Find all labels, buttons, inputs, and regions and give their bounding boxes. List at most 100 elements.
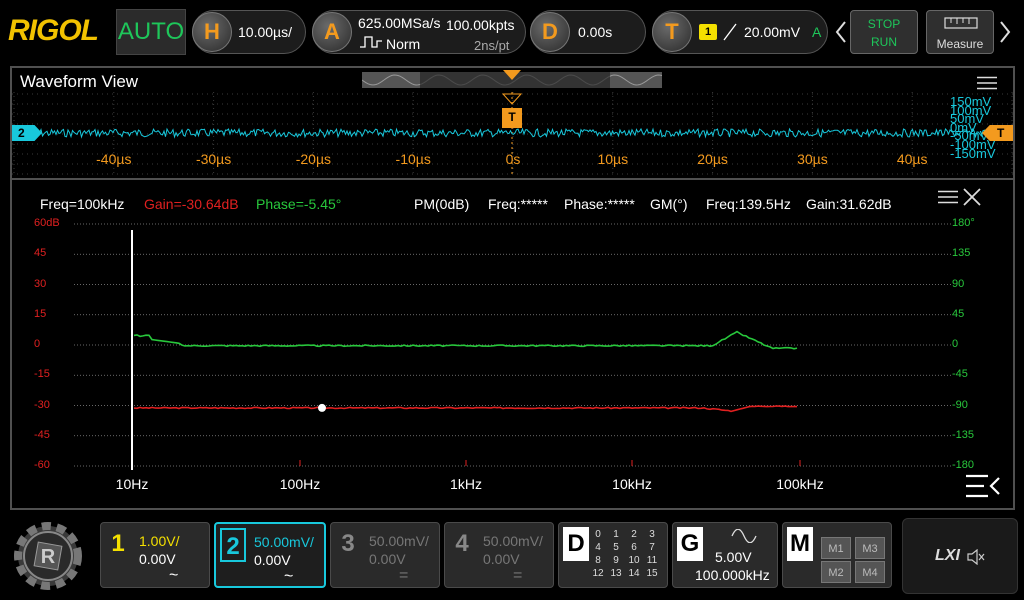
time-domain-plot[interactable]: -40µs -30µs -20µs -10µs 0s 10µs 20µs 30µs 40µs 1…: [12, 92, 1013, 176]
time-tick-label: -30µs: [195, 151, 232, 167]
channel-1-scale: 1.00V/: [139, 533, 180, 549]
stop-label: STOP: [867, 17, 901, 31]
math-key: M: [787, 527, 813, 561]
time-tick-label: 10µs: [597, 151, 629, 167]
frequency-tick-label: 10kHz: [612, 476, 652, 492]
bode-plot[interactable]: [12, 180, 1013, 510]
gain-tick-label: 30: [34, 277, 47, 290]
time-tick-label: 20µs: [697, 151, 728, 167]
delay-value: 0.00s: [578, 24, 613, 40]
acquire-type: Norm: [386, 36, 421, 52]
chevron-right-icon[interactable]: [998, 20, 1012, 44]
time-tick-label: -40µs: [96, 151, 132, 167]
chevron-left-icon[interactable]: [834, 20, 848, 44]
gain-tick-label: -15: [34, 368, 50, 381]
channel-4-coupling-icon: =: [513, 567, 523, 584]
digital-channel-number: 1: [613, 529, 619, 540]
digital-channel-number: 7: [649, 542, 655, 553]
timebase-value: 10.00µs/: [238, 24, 292, 40]
collapse-menu-icon[interactable]: [964, 472, 1002, 500]
run-label: RUN: [871, 35, 897, 49]
math-m1-button[interactable]: M1: [821, 537, 851, 559]
channel-4-box[interactable]: 4 50.00mV/0.00V =: [444, 522, 554, 588]
trigger-level: 20.00mV: [744, 24, 801, 40]
gain-tick-label: 60dB: [34, 217, 60, 229]
channel-3-coupling-icon: =: [399, 567, 409, 584]
channel-2-coupling-icon: ~: [284, 568, 294, 585]
channel-3-box[interactable]: 3 50.00mV/0.00V =: [330, 522, 440, 588]
digital-channel-number: 0: [595, 529, 601, 540]
math-m2-button[interactable]: M2: [821, 561, 851, 583]
horizontal-key[interactable]: H: [192, 12, 232, 52]
measure-button[interactable]: Measure: [926, 10, 994, 54]
digital-channel-number: 14: [628, 568, 640, 579]
phase-tick-label: -90: [952, 398, 968, 411]
channel-4-offset: 0.00V: [483, 551, 520, 567]
digital-channel-grid: 0 1 2 3 4 5 6 7 8 9 10 11 12 13 14 15: [591, 529, 663, 585]
math-m3-button[interactable]: M3: [855, 537, 885, 559]
math-m4-button[interactable]: M4: [855, 561, 885, 583]
run-stop-button[interactable]: STOP RUN: [850, 10, 918, 54]
digital-channel-number: 5: [613, 542, 619, 553]
frequency-tick-label: 100Hz: [279, 476, 321, 492]
gain-tick-label: -60: [34, 459, 50, 471]
digital-key: D: [563, 527, 589, 561]
channel-4-number: 4: [455, 530, 469, 557]
time-tick-label: -20µs: [295, 151, 332, 167]
channel-3-offset: 0.00V: [369, 551, 406, 567]
phase-tick-label: 0: [952, 338, 959, 350]
digital-channel-number: 9: [613, 555, 619, 566]
math-channels[interactable]: M M1 M3 M2 M4: [782, 522, 892, 588]
auto-button[interactable]: AUTO: [116, 9, 186, 55]
phase-tick-label: -45: [952, 368, 968, 381]
home-button[interactable]: R: [8, 518, 88, 594]
memory-overview-bar[interactable]: [362, 70, 662, 88]
status-area: LXI: [902, 518, 1018, 594]
phase-tick-label: 45: [952, 307, 965, 320]
waveform-view-title: Waveform View: [20, 72, 139, 91]
digital-channel-number: 3: [649, 529, 655, 540]
phase-tick-label: 180°: [952, 217, 975, 229]
trigger-key[interactable]: T: [652, 12, 692, 52]
channel-2-number: 2: [220, 528, 246, 562]
acquire-key[interactable]: A: [312, 12, 352, 52]
digital-channel-number: 13: [610, 568, 622, 579]
ruler-icon: [944, 17, 978, 29]
phase-tick-label: 135: [952, 247, 971, 260]
generator-amplitude: 5.00V: [715, 549, 752, 565]
channel-1-box[interactable]: 1 1.00V/0.00V ~: [100, 522, 210, 588]
digital-channel-number: 2: [631, 529, 637, 540]
trigger-position-marker: [503, 70, 521, 80]
time-tick-label: -10µs: [395, 151, 431, 167]
gain-tick-label: -30: [34, 398, 50, 411]
waveform-menu-icon[interactable]: [976, 76, 998, 90]
gain-tick-label: -45: [34, 428, 50, 441]
phase-tick-label: -180: [952, 459, 975, 471]
digital-channel-number: 4: [595, 542, 601, 553]
channel-4-scale: 50.00mV/: [483, 533, 543, 549]
svg-text:R: R: [41, 546, 56, 568]
trigger-time-marker[interactable]: T: [502, 108, 522, 128]
channel-1-coupling-icon: ~: [169, 567, 179, 584]
digital-channel-number: 15: [646, 568, 658, 579]
generator-channel[interactable]: G 5.00V 100.000kHz: [672, 522, 778, 588]
digital-channel-number: 6: [631, 542, 637, 553]
channel-1-number: 1: [111, 530, 125, 557]
delay-key[interactable]: D: [530, 12, 570, 52]
rigol-logo: RIGOL: [8, 14, 99, 47]
digital-channel-number: 8: [595, 555, 601, 566]
frequency-tick-label: 1kHz: [450, 476, 482, 492]
acquire-pulse-icon: [360, 36, 382, 48]
voltage-tick-label: -150mV: [950, 145, 996, 161]
bode-plot-panel: Freq=100kHz Gain=-30.64dB Phase=-5.45° P…: [12, 178, 1013, 508]
digital-channel-number: 10: [628, 555, 640, 566]
frequency-tick-label: 100kHz: [776, 476, 824, 492]
speaker-muted-icon[interactable]: [967, 549, 985, 565]
time-tick-label: 40µs: [896, 151, 928, 167]
gain-tick-label: 45: [34, 247, 47, 260]
digital-channel-number: 11: [646, 555, 658, 566]
sine-wave-icon: [731, 529, 757, 543]
channel-2-box[interactable]: 2 50.00mV/0.00V ~: [214, 522, 326, 588]
digital-channels[interactable]: D 0 1 2 3 4 5 6 7 8 9 10 11 12 13 14 15: [558, 522, 668, 588]
memory-depth: 100.00kpts: [446, 17, 515, 33]
